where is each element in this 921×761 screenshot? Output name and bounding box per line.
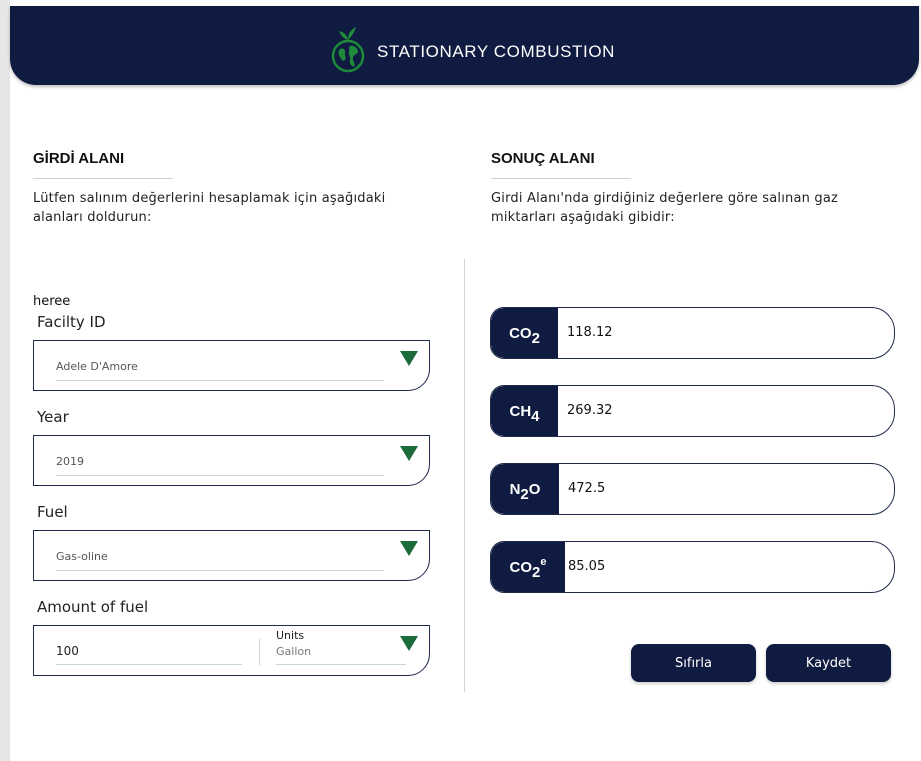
units-select[interactable]: Gallon [276, 645, 311, 658]
result-tag-ch4: CH 4 [491, 386, 558, 436]
year-value: 2019 [56, 455, 84, 468]
result-tag-co2e: CO 2 e [491, 542, 565, 592]
fuel-underline [56, 570, 384, 571]
result-ch4: CH 4 269.32 [490, 385, 895, 437]
result-n2o: N2O 472.5 [490, 463, 895, 515]
amount-separator [259, 639, 260, 665]
result-tag-n2o: N2O [491, 464, 559, 514]
amount-label: Amount of fuel [37, 598, 149, 616]
debug-text: heree [33, 294, 71, 309]
fuel-label: Fuel [37, 503, 68, 521]
result-section-divider [491, 178, 631, 179]
result-section-description: Girdi Alanı'nda girdiğiniz değerlere gör… [491, 191, 839, 225]
result-value-co2: 118.12 [567, 325, 613, 340]
app-header: STATIONARY COMBUSTION [10, 6, 919, 85]
facility-select[interactable]: Adele D'Amore [33, 340, 430, 391]
save-button[interactable]: Kaydet [766, 644, 891, 682]
input-section-divider [33, 178, 173, 179]
reset-button[interactable]: Sıfırla [631, 644, 756, 682]
facility-label: Facilty ID [37, 313, 106, 331]
amount-underline [56, 664, 242, 665]
result-value-co2e: 85.05 [568, 559, 606, 574]
chevron-down-icon[interactable] [400, 351, 418, 366]
result-tag-co2: CO 2 [491, 308, 558, 358]
column-divider [464, 259, 465, 692]
chevron-down-icon[interactable] [400, 541, 418, 556]
result-value-n2o: 472.5 [568, 481, 606, 496]
fuel-value: Gas-oline [56, 550, 108, 563]
input-section-description: Lütfen salınım değerlerini hesaplamak iç… [33, 191, 386, 225]
amount-field-group: 100 Units Gallon [33, 625, 430, 676]
result-co2e: CO 2 e 85.05 [490, 541, 895, 593]
facility-underline [56, 380, 384, 381]
input-section-title: GİRDİ ALANI [33, 150, 125, 167]
fuel-select[interactable]: Gas-oline [33, 530, 430, 581]
units-underline [276, 664, 406, 665]
year-label: Year [37, 408, 69, 426]
result-co2: CO 2 118.12 [490, 307, 895, 359]
result-section-title: SONUÇ ALANI [491, 150, 595, 167]
year-select[interactable]: 2019 [33, 435, 430, 486]
facility-value: Adele D'Amore [56, 360, 138, 373]
chevron-down-icon[interactable] [400, 636, 418, 651]
result-value-ch4: 269.32 [567, 403, 613, 418]
units-label: Units [276, 629, 305, 642]
globe-sprout-icon [331, 27, 365, 73]
year-underline [56, 475, 384, 476]
amount-input[interactable]: 100 [56, 644, 79, 658]
app-title: STATIONARY COMBUSTION [377, 42, 616, 61]
chevron-down-icon[interactable] [400, 446, 418, 461]
